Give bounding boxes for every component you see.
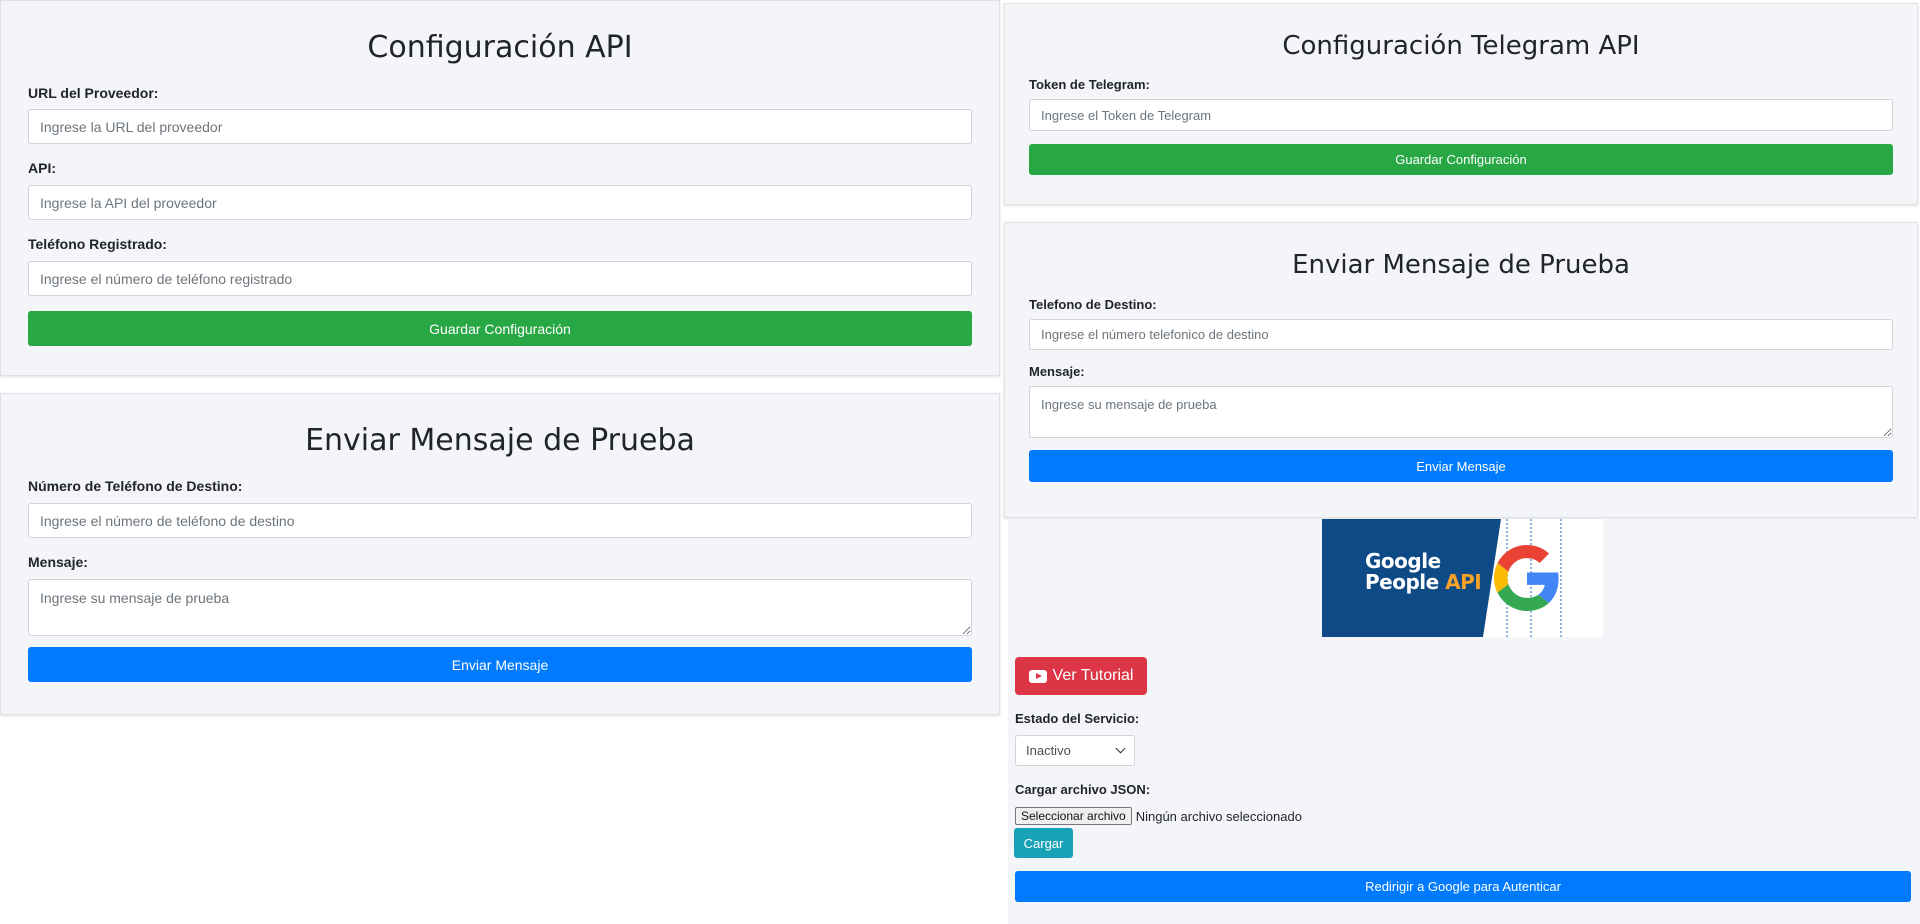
test-message-title-right: Enviar Mensaje de Prueba — [1292, 250, 1630, 280]
destination-phone-label-right: Telefono de Destino: — [1029, 297, 1157, 312]
watch-tutorial-button[interactable]: Ver Tutorial — [1015, 657, 1147, 695]
test-message-card-left: Enviar Mensaje de Prueba Número de Teléf… — [0, 393, 1000, 715]
choose-file-button[interactable]: Seleccionar archivo — [1015, 807, 1132, 825]
watch-tutorial-label: Ver Tutorial — [1052, 667, 1134, 684]
provider-url-label: URL del Proveedor: — [28, 85, 159, 101]
api-config-card: Configuración API URL del Proveedor: API… — [0, 0, 1000, 376]
telegram-token-label: Token de Telegram: — [1029, 77, 1150, 92]
message-label-right: Mensaje: — [1029, 364, 1085, 379]
telegram-config-card: Configuración Telegram API Token de Tele… — [1004, 3, 1918, 205]
file-status-text: Ningún archivo seleccionado — [1135, 808, 1302, 824]
file-input: Seleccionar archivo Ningún archivo selec… — [1015, 807, 1302, 825]
destination-phone-input-right[interactable] — [1029, 319, 1893, 350]
registered-phone-input[interactable] — [28, 261, 972, 296]
save-config-button[interactable]: Guardar Configuración — [28, 311, 972, 346]
api-input[interactable] — [28, 185, 972, 220]
test-message-card-right: Enviar Mensaje de Prueba Telefono de Des… — [1004, 222, 1918, 518]
api-config-title: Configuración API — [367, 30, 633, 65]
banner-stripe — [1560, 519, 1562, 637]
test-message-title-left: Enviar Mensaje de Prueba — [305, 423, 695, 458]
message-textarea-right[interactable] — [1029, 386, 1893, 438]
chevron-down-icon — [1115, 743, 1126, 754]
save-telegram-config-button[interactable]: Guardar Configuración — [1029, 144, 1893, 175]
destination-phone-label-left: Número de Teléfono de Destino: — [28, 478, 243, 494]
json-upload-label: Cargar archivo JSON: — [1015, 782, 1151, 797]
google-auth-button[interactable]: Redirigir a Google para Autenticar — [1015, 871, 1911, 902]
registered-phone-label: Teléfono Registrado: — [28, 236, 167, 252]
youtube-icon — [1028, 669, 1047, 683]
banner-api: API — [1445, 570, 1482, 594]
send-message-button-left[interactable]: Enviar Mensaje — [28, 647, 972, 682]
telegram-token-input[interactable] — [1029, 99, 1893, 131]
service-status-select[interactable]: Inactivo — [1015, 735, 1135, 766]
api-label: API: — [28, 160, 56, 176]
google-people-api-banner: Google People API — [1322, 519, 1603, 637]
google-g-icon — [1494, 545, 1559, 611]
upload-button[interactable]: Cargar — [1014, 828, 1073, 858]
banner-line2: People — [1365, 570, 1439, 594]
send-message-button-right[interactable]: Enviar Mensaje — [1029, 450, 1893, 482]
provider-url-input[interactable] — [28, 109, 972, 144]
service-status-value: Inactivo — [1026, 743, 1071, 758]
telegram-config-title: Configuración Telegram API — [1282, 31, 1640, 61]
destination-phone-input-left[interactable] — [28, 503, 972, 538]
service-status-label: Estado del Servicio: — [1015, 711, 1140, 726]
message-label-left: Mensaje: — [28, 554, 88, 570]
banner-title: Google People API — [1365, 551, 1482, 594]
message-textarea-left[interactable] — [28, 579, 972, 636]
